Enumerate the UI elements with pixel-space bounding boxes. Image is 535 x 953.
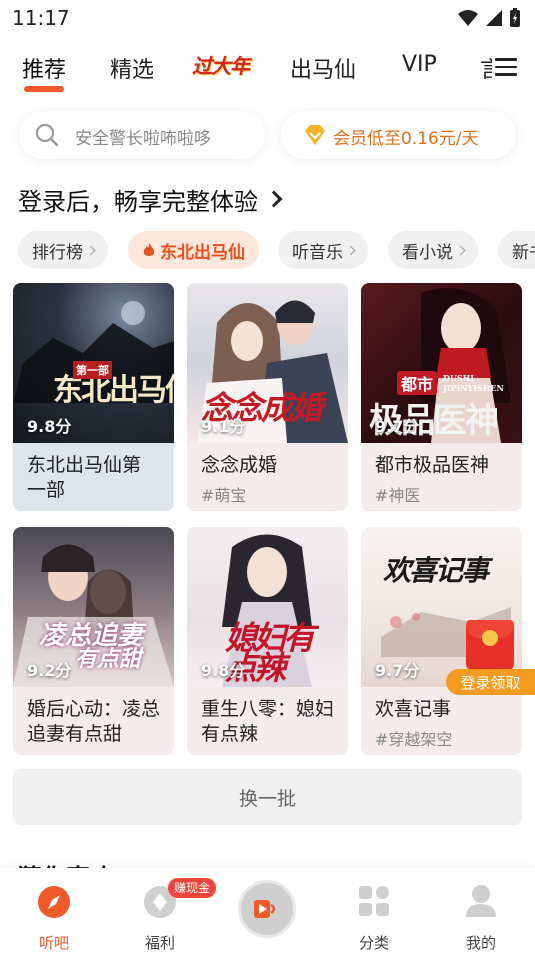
vip-promo-text: 会员低至0.16元/天 <box>333 129 479 149</box>
cover-subtitle: 第一部 <box>73 361 112 379</box>
book-card[interactable]: 媳妇有点辣 9.8分 重生八零：媳妇有点辣 <box>187 527 348 755</box>
cover-subtitle: 有点甜 <box>75 646 142 672</box>
book-score: 9.8分 <box>201 661 246 680</box>
cover-title: 欢喜记事 <box>383 554 489 587</box>
tab-new-year[interactable]: 过大年 <box>192 50 254 84</box>
login-prompt-text: 登录后，畅享完整体验 <box>18 187 258 216</box>
book-title: 念念成婚 <box>201 454 278 476</box>
book-score: 9.2分 <box>27 661 72 680</box>
chip-ranking[interactable]: 排行榜 <box>18 231 108 269</box>
chevron-right-icon <box>265 190 283 208</box>
book-tag: #穿越架空 <box>375 730 453 749</box>
chip-label: 排行榜 <box>32 242 83 263</box>
flame-icon <box>143 243 155 256</box>
chevron-right-icon <box>455 245 466 255</box>
search-icon <box>35 123 59 147</box>
book-tag: #神医 <box>375 486 421 505</box>
nav-label: 分类 <box>358 934 389 952</box>
tab-overflow[interactable]: 言 <box>480 52 492 84</box>
cover-subtitle: DUSHI JIPINYISHEN <box>443 373 504 393</box>
chip-novel[interactable]: 看小说 <box>388 231 478 269</box>
nav-label: 福利 <box>144 934 175 952</box>
chip-new-books[interactable]: 新书 <box>498 231 535 269</box>
battery-icon <box>510 8 520 27</box>
chip-dongbei[interactable]: 东北出马仙 <box>128 231 259 269</box>
book-title: 都市极品医神 <box>375 454 490 476</box>
top-tabs: 推荐 精选 过大年 出马仙 VIP 言 <box>0 50 535 94</box>
chevron-right-icon <box>85 245 96 255</box>
book-tag: #萌宝 <box>201 486 247 505</box>
status-bar: 11:17 <box>0 0 535 36</box>
book-score: 9.7分 <box>375 417 420 436</box>
login-claim-button[interactable]: 登录领取 <box>446 669 535 695</box>
wifi-icon <box>458 10 478 26</box>
chevron-right-icon <box>345 245 356 255</box>
status-time: 11:17 <box>12 6 70 30</box>
tab-vip[interactable]: VIP <box>402 52 437 77</box>
tab-active-indicator <box>24 86 64 92</box>
chip-label: 看小说 <box>402 242 453 263</box>
chip-music[interactable]: 听音乐 <box>278 231 368 269</box>
chip-label: 新书 <box>512 242 535 263</box>
nav-label: 听吧 <box>38 934 69 952</box>
tab-featured[interactable]: 精选 <box>110 52 154 84</box>
book-card[interactable]: 都市 DUSHI JIPINYISHEN 极品医神 9.7分 都市极品医神 #神… <box>361 283 522 511</box>
search-bar[interactable]: 安全警长啦咘啦哆 <box>19 111 265 159</box>
chip-label: 东北出马仙 <box>160 242 245 263</box>
book-title: 重生八零：媳妇有点辣 <box>201 698 335 745</box>
diamond-icon <box>305 125 325 145</box>
book-card[interactable]: 凌总追妻 有点甜 9.2分 婚后心动：凌总追妻有点甜 <box>13 527 174 755</box>
login-prompt[interactable]: 登录后，畅享完整体验 <box>18 180 283 218</box>
book-score: 9.8分 <box>27 417 72 436</box>
search-placeholder: 安全警长啦咘啦哆 <box>75 129 211 149</box>
book-title: 婚后心动：凌总追妻有点甜 <box>27 698 161 745</box>
vip-promo-button[interactable]: 会员低至0.16元/天 <box>281 111 516 159</box>
player-button[interactable] <box>238 880 296 938</box>
book-score: 9.1分 <box>201 417 246 436</box>
red-packet-icon[interactable] <box>466 620 514 670</box>
nav-label: 我的 <box>465 934 496 952</box>
tab-chumaxian[interactable]: 出马仙 <box>290 52 356 84</box>
chip-label: 听音乐 <box>292 242 343 263</box>
player-icon <box>254 900 276 918</box>
compass-icon <box>38 886 70 918</box>
user-icon <box>466 885 496 917</box>
book-card[interactable]: 念念成婚 9.1分 念念成婚 #萌宝 <box>187 283 348 511</box>
grid-icon <box>359 886 389 916</box>
book-title: 欢喜记事 <box>375 698 452 720</box>
signal-icon <box>486 10 502 26</box>
refresh-button[interactable]: 换一批 <box>13 769 522 825</box>
tab-recommend[interactable]: 推荐 <box>22 52 66 84</box>
book-score: 9.7分 <box>375 661 420 680</box>
cover-title: 东北出马仙 <box>53 373 174 408</box>
status-icons <box>457 8 521 28</box>
cover-badge: 都市 <box>397 371 438 395</box>
book-title: 东北出马仙第一部 <box>27 454 142 501</box>
nav-badge: 赚现金 <box>168 878 217 898</box>
tab-menu-icon[interactable] <box>495 58 517 76</box>
